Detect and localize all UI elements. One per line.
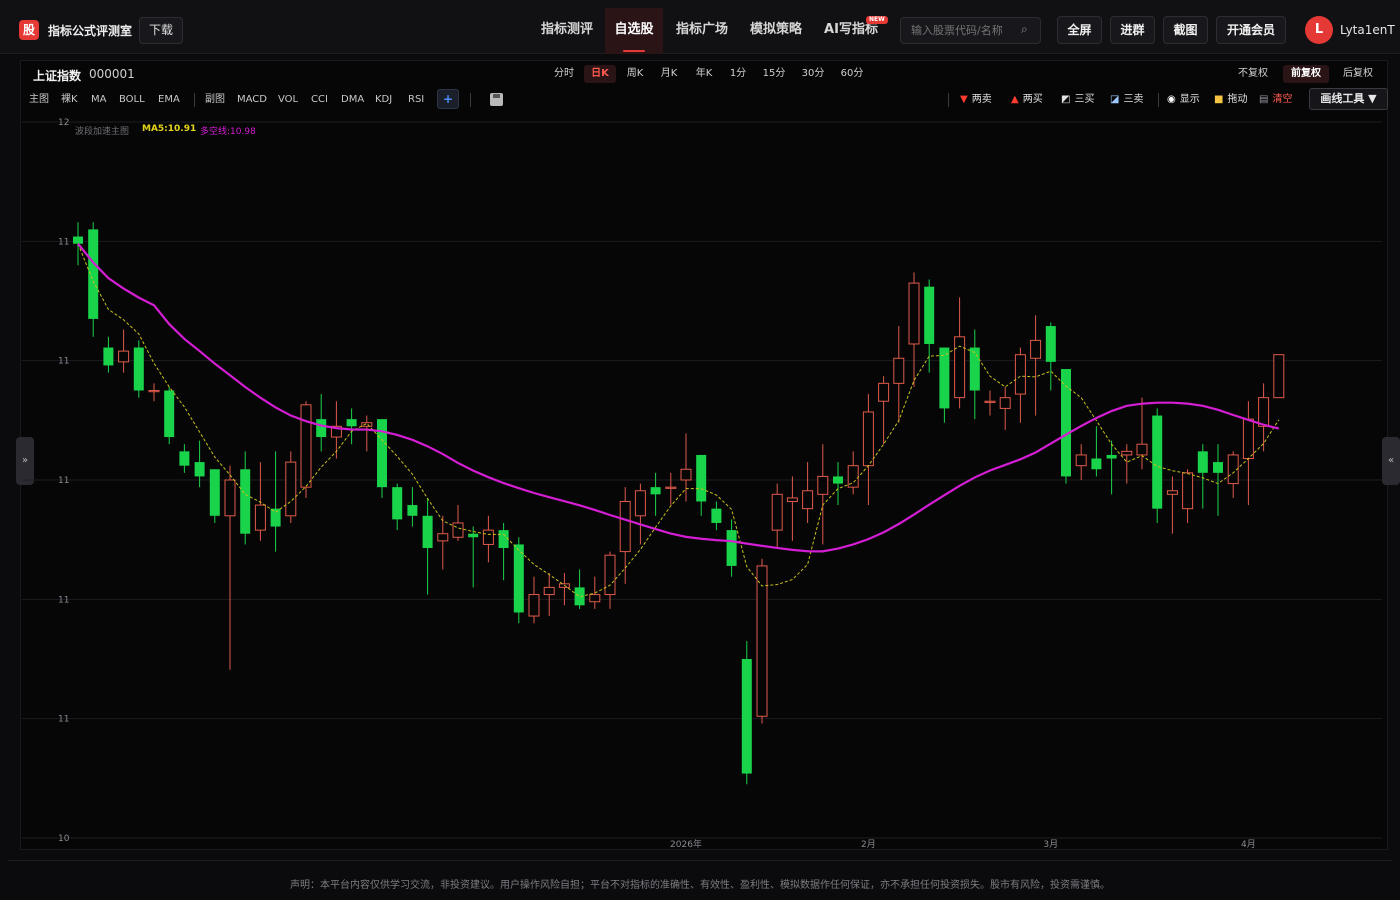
candle-body	[741, 659, 752, 774]
candle-body	[999, 397, 1011, 409]
y-tick-label: 11	[58, 595, 69, 605]
x-tick-label: 2月	[861, 839, 876, 850]
x-tick-label: 3月	[1043, 839, 1058, 850]
y-tick-label: 11	[58, 715, 69, 725]
candle-series	[73, 222, 1285, 785]
disclaimer-text: 声明：本平台内容仅供学习交流，非投资建议。用户操作风险自担；平台不对指标的准确性…	[290, 880, 1110, 891]
candle-body	[361, 422, 373, 427]
candle-body	[194, 462, 205, 477]
candle-body	[346, 419, 357, 427]
candle-body	[1030, 339, 1042, 359]
candle-body	[1166, 490, 1178, 495]
candlestick-chart[interactable]: 12 11 11 11 11 11 10 2026年 2月 3月 4月	[0, 0, 1400, 900]
x-tick-label: 2026年	[670, 838, 702, 850]
candle-body	[634, 490, 646, 517]
candle-body	[696, 454, 707, 502]
candle-body	[543, 586, 555, 596]
candle-body	[604, 554, 616, 596]
candle-body	[726, 530, 737, 566]
candle-body	[1121, 450, 1133, 456]
candle-body	[650, 487, 661, 495]
candle-body	[300, 404, 312, 488]
candle-body	[1045, 326, 1056, 362]
y-tick-label: 11	[58, 237, 69, 247]
candle-body	[1182, 472, 1194, 510]
candle-body	[1258, 397, 1270, 427]
candle-body	[377, 419, 387, 488]
candle-body	[756, 565, 768, 717]
candle-body	[133, 347, 144, 391]
candle-body	[240, 469, 251, 534]
candle-body	[103, 347, 114, 366]
indicator-lines	[77, 243, 1280, 598]
candle-body	[1106, 454, 1117, 459]
candle-body	[407, 505, 418, 516]
candle-body	[1152, 415, 1163, 509]
y-tick-label: 11	[58, 357, 69, 367]
candle-body	[1273, 354, 1285, 399]
candle-body	[893, 357, 905, 384]
candle-body	[1136, 443, 1148, 456]
candle-body	[118, 350, 130, 363]
candle-body	[1061, 369, 1071, 477]
candle-body	[908, 282, 920, 345]
candle-body	[665, 486, 677, 489]
candle-body	[619, 500, 631, 553]
candle-body	[148, 390, 160, 393]
candle-body	[392, 487, 403, 520]
candle-body	[528, 594, 540, 617]
candle-body	[498, 530, 509, 549]
candle-body	[422, 515, 433, 549]
x-tick-label: 4月	[1241, 839, 1256, 850]
candle-body	[802, 490, 814, 510]
y-tick-label: 10	[58, 834, 70, 844]
candle-body	[969, 347, 980, 391]
candle-body	[224, 479, 236, 517]
candle-body	[680, 468, 692, 481]
candle-body	[164, 390, 175, 438]
candle-body	[711, 508, 722, 523]
candle-body	[316, 419, 327, 438]
candle-body	[437, 533, 449, 542]
candle-body	[833, 476, 843, 484]
y-tick-label: 12	[58, 118, 69, 128]
candle-body	[73, 236, 83, 244]
y-tick-label: 11	[58, 476, 69, 486]
candle-body	[1213, 462, 1223, 473]
candle-body	[1014, 354, 1026, 395]
candle-body	[589, 594, 601, 603]
candle-body	[878, 382, 890, 402]
candle-body	[1197, 451, 1208, 473]
candle-body	[452, 522, 464, 538]
candle-body	[209, 469, 220, 516]
candle-body	[513, 544, 524, 613]
candle-body	[254, 504, 266, 531]
candle-body	[468, 533, 479, 538]
candle-body	[270, 508, 281, 527]
candle-body	[88, 229, 99, 319]
candle-body	[924, 286, 935, 344]
candle-body	[285, 461, 297, 517]
candle-body	[786, 497, 798, 502]
candle-body	[939, 347, 950, 409]
candle-body	[482, 529, 494, 545]
divider	[8, 860, 1392, 861]
candle-body	[771, 493, 783, 531]
candle-body	[1091, 458, 1102, 470]
ma5-line	[77, 243, 1280, 598]
candle-body	[984, 400, 996, 403]
candle-body	[1075, 454, 1087, 467]
candle-body	[179, 451, 190, 466]
candle-body	[817, 475, 829, 495]
candle-body	[1242, 418, 1254, 460]
candle-body	[862, 411, 874, 467]
